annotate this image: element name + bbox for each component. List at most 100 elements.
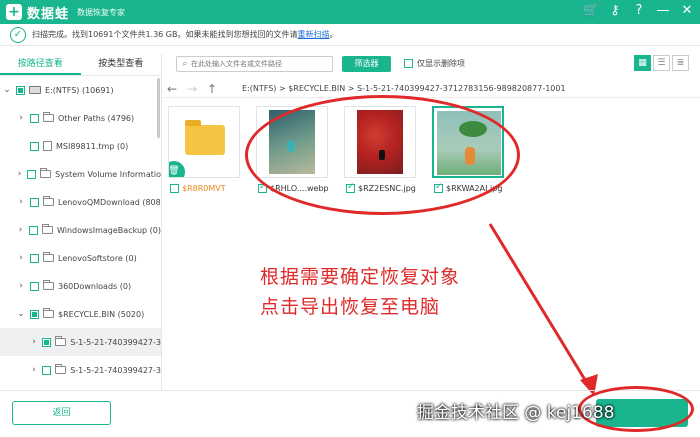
sidebar: 按路径查看 按类型查看 ⌄ E:(NTFS) (10691) › Other Path…	[0, 54, 162, 390]
view-mode-switch: ▦ ☰ ≣	[632, 55, 689, 71]
close-icon[interactable]: ✕	[678, 2, 696, 20]
folder-icon	[43, 112, 54, 122]
deleted-only-toggle[interactable]: 仅显示删除项	[404, 58, 465, 69]
grid-view-icon[interactable]: ▦	[634, 55, 651, 71]
tree-checkbox[interactable]	[30, 281, 39, 291]
chevron-right-icon[interactable]: ›	[30, 365, 38, 375]
view-tabs: 按路径查看 按类型查看	[0, 54, 161, 76]
app-logo: + 数据蛙 数据恢复专家	[6, 3, 125, 22]
file-label: $R8R0MVT	[168, 184, 242, 193]
search-box: ⌕	[176, 56, 333, 72]
file-icon	[43, 141, 52, 151]
tree-item[interactable]: › WindowsImageBackup (0)	[0, 216, 161, 244]
tree-item[interactable]: › LenovoSoftstore (0)	[0, 244, 161, 272]
tree-checkbox[interactable]	[30, 253, 39, 263]
tree-item[interactable]: › LenovoQMDownload (808	[0, 188, 161, 216]
detail-view-icon[interactable]: ≣	[672, 55, 689, 71]
chevron-right-icon[interactable]: ›	[16, 253, 26, 263]
file-thumbnail[interactable]: 🗑	[168, 106, 240, 178]
back-button[interactable]: 返回	[12, 401, 111, 425]
tree-checkbox[interactable]	[27, 169, 37, 179]
key-icon[interactable]: ⚷	[606, 2, 624, 20]
tree-item-label: 360Downloads (0)	[58, 281, 132, 291]
tree-checkbox[interactable]	[30, 197, 39, 207]
tree-item[interactable]: › S-1-5-21-740399427-3	[0, 328, 161, 356]
tab-by-type[interactable]: 按类型查看	[81, 54, 162, 75]
tab-by-path[interactable]: 按路径查看	[0, 54, 81, 75]
chevron-right-icon[interactable]: ›	[16, 169, 23, 179]
tree-checkbox[interactable]	[42, 365, 52, 375]
highlight-oval-files	[245, 95, 520, 215]
tree-item-label: LenovoQMDownload (808	[58, 197, 161, 207]
annotation-line-1: 根据需要确定恢复对象	[260, 266, 461, 288]
trash-icon: 🗑	[169, 161, 185, 177]
app-subtitle: 数据恢复专家	[77, 7, 126, 17]
tree-checkbox[interactable]	[30, 113, 39, 123]
tree-item[interactable]: › System Volume Informatio	[0, 160, 161, 188]
chevron-right-icon[interactable]: ›	[16, 281, 26, 291]
check-circle-icon: ✓	[10, 26, 26, 43]
tree-item-label: WindowsImageBackup (0)	[57, 225, 161, 235]
tree-checkbox[interactable]	[29, 225, 39, 235]
deleted-only-label: 仅显示删除项	[417, 59, 465, 68]
file-checkbox[interactable]	[170, 184, 179, 193]
tree-item[interactable]: › 360Downloads (0)	[0, 272, 161, 300]
tree-checkbox[interactable]	[42, 337, 52, 347]
status-message: 扫描完成。找到10691个文件共1.36 GB。如果未能找到您想找回的文件请	[32, 30, 298, 39]
deleted-only-checkbox[interactable]	[404, 59, 413, 68]
search-input[interactable]	[191, 60, 329, 68]
tree-item-label: S-1-5-21-740399427-3	[70, 337, 161, 347]
cart-icon[interactable]: 🛒	[582, 2, 600, 20]
file-name: $R8R0MVT	[182, 184, 226, 193]
folder-tree: ⌄ E:(NTFS) (10691) › Other Paths (4796) MSI8…	[0, 76, 161, 384]
sidebar-scrollbar[interactable]	[157, 78, 160, 138]
tree-item[interactable]: ⌄ E:(NTFS) (10691)	[0, 76, 161, 104]
folder-icon	[43, 308, 54, 318]
folder-icon	[55, 364, 67, 374]
forward-arrow-icon[interactable]: →	[182, 82, 202, 96]
tree-checkbox[interactable]	[16, 85, 25, 95]
scan-status-text: 扫描完成。找到10691个文件共1.36 GB。如果未能找到您想找回的文件请重新…	[32, 29, 338, 40]
folder-icon	[185, 120, 225, 155]
chevron-right-icon[interactable]: ›	[16, 225, 25, 235]
chevron-right-icon[interactable]: ›	[30, 337, 38, 347]
rescan-link[interactable]: 重新扫描	[298, 30, 330, 39]
tree-checkbox[interactable]	[30, 141, 39, 151]
tree-item-label: E:(NTFS) (10691)	[45, 85, 114, 95]
tree-item-label: $RECYCLE.BIN (5020)	[58, 309, 145, 319]
drive-icon	[29, 86, 41, 94]
chevron-right-icon[interactable]: ›	[16, 197, 26, 207]
annotation-line-2: 点击导出恢复至电脑	[260, 296, 441, 318]
breadcrumb: E:(NTFS) > $RECYCLE.BIN > S-1-5-21-74039…	[242, 84, 566, 93]
watermark: 掘金技术社区 @ kej1688	[417, 403, 615, 423]
folder-icon	[43, 252, 54, 262]
up-arrow-icon[interactable]: ↑	[202, 82, 222, 96]
title-bar: + 数据蛙 数据恢复专家 🛒 ⚷ ? — ✕	[0, 0, 700, 24]
app-window: + 数据蛙 数据恢复专家 🛒 ⚷ ? — ✕ ✓ 扫描完成。找到10691个文件…	[0, 0, 700, 437]
list-view-icon[interactable]: ☰	[653, 55, 670, 71]
tree-item[interactable]: › Other Paths (4796)	[0, 104, 161, 132]
chevron-right-icon[interactable]: ›	[16, 113, 26, 123]
tree-item-label: Other Paths (4796)	[58, 113, 135, 123]
status-suffix: 。	[329, 30, 338, 39]
back-arrow-icon[interactable]: ←	[162, 82, 182, 96]
tree-item[interactable]: ⌄ $RECYCLE.BIN (5020)	[0, 300, 161, 328]
annotation-arrow	[488, 223, 598, 396]
path-bar: ← → ↑ E:(NTFS) > $RECYCLE.BIN > S-1-5-21…	[162, 80, 700, 98]
tree-item-label: MSI89811.tmp (0)	[56, 141, 129, 151]
logo-plus-icon: +	[6, 4, 22, 20]
help-icon[interactable]: ?	[630, 2, 648, 20]
tree-checkbox[interactable]	[30, 309, 39, 319]
folder-icon	[43, 196, 54, 206]
tree-item[interactable]: › S-1-5-21-740399427-3	[0, 356, 161, 384]
folder-icon	[55, 336, 67, 346]
tree-item-label: S-1-5-21-740399427-3	[70, 365, 161, 375]
chevron-down-icon[interactable]: ⌄	[2, 85, 12, 95]
app-name: 数据蛙	[27, 6, 70, 22]
chevron-down-icon[interactable]: ⌄	[16, 309, 26, 319]
filter-button[interactable]: 筛选器	[342, 56, 391, 72]
tree-item[interactable]: MSI89811.tmp (0)	[0, 132, 161, 160]
folder-icon	[43, 280, 54, 290]
file-card[interactable]: 🗑 $R8R0MVT	[168, 106, 242, 193]
minimize-icon[interactable]: —	[654, 2, 672, 20]
